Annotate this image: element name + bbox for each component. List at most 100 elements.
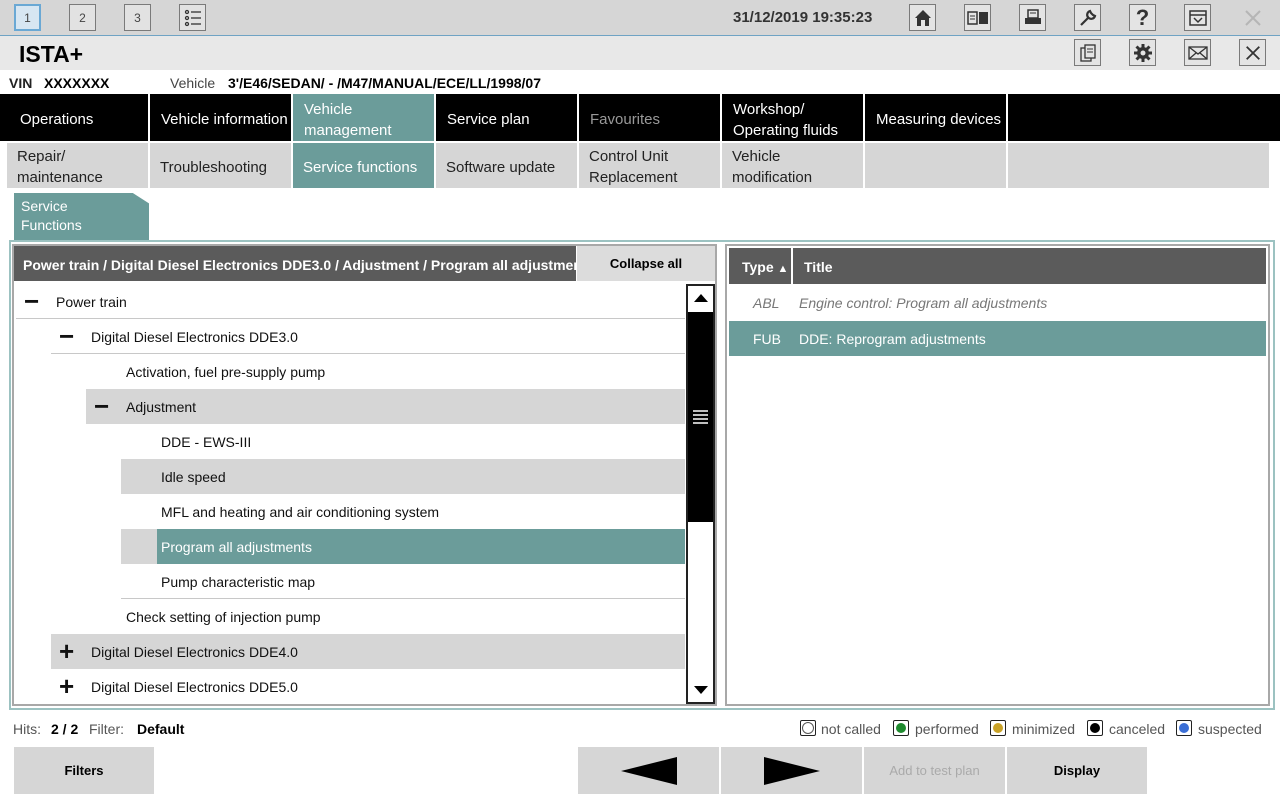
legend-label: canceled — [1109, 721, 1166, 737]
forward-button[interactable] — [721, 747, 862, 794]
tree-panel: Power train / Digital Diesel Electronics… — [12, 244, 717, 706]
column-title-header[interactable]: Title — [804, 259, 833, 275]
help-button[interactable]: ? — [1129, 4, 1156, 31]
collapse-icon[interactable]: − — [24, 288, 44, 314]
expand-icon[interactable]: + — [59, 638, 79, 664]
close-icon — [1244, 9, 1261, 26]
tree-scrollbar[interactable] — [686, 284, 715, 704]
mail-button[interactable] — [1184, 39, 1211, 66]
subtab-filler — [1008, 143, 1271, 188]
tree-node-label: Program all adjustments — [161, 539, 312, 555]
column-type-header[interactable]: Type ▲ — [742, 259, 788, 275]
tree-node-program-all[interactable]: Program all adjustments — [121, 529, 685, 564]
print-button[interactable] — [1019, 4, 1046, 31]
close-session-button[interactable] — [1239, 39, 1266, 66]
tab-operations[interactable]: Operations — [9, 94, 150, 141]
subtab-control-unit-replacement[interactable]: Control Unit Replacement — [579, 143, 722, 188]
table-row[interactable]: FUB DDE: Reprogram adjustments — [729, 321, 1266, 356]
service-functions-tab[interactable]: Service Functions — [14, 193, 149, 240]
collapse-icon[interactable]: − — [59, 323, 79, 349]
suspected-indicator — [1176, 720, 1192, 736]
subtab-service-functions[interactable]: Service functions — [293, 143, 436, 188]
legend-label: performed — [915, 721, 979, 737]
subtab-repair-maintenance[interactable]: Repair/ maintenance — [7, 143, 150, 188]
subtab-label: Vehicle modification — [732, 148, 813, 186]
tab-workshop-operating-fluids[interactable]: Workshop/ Operating fluids — [722, 94, 865, 141]
subtab-troubleshooting[interactable]: Troubleshooting — [150, 143, 293, 188]
tab-favourites[interactable]: Favourites — [579, 94, 722, 141]
service-functions-tab-label: Service Functions — [21, 198, 82, 233]
add-to-test-plan-button[interactable]: Add to test plan — [864, 747, 1005, 794]
collapse-all-button[interactable]: Collapse all — [577, 246, 715, 281]
subtab-software-update[interactable]: Software update — [436, 143, 579, 188]
tab-vehicle-information[interactable]: Vehicle information — [150, 94, 293, 141]
workspace-2-button[interactable]: 2 — [69, 4, 96, 31]
tab-label: Favourites — [590, 111, 661, 128]
scroll-thumb[interactable] — [688, 312, 713, 522]
function-tree: − Power train − Digital Diesel Electroni… — [16, 284, 685, 704]
wrench-button[interactable] — [1074, 4, 1101, 31]
print-icon — [1024, 8, 1041, 24]
tree-node-adjustment[interactable]: − Adjustment — [86, 389, 685, 424]
list-icon — [184, 9, 201, 26]
wrench-icon — [1079, 9, 1096, 26]
tree-node-label: Digital Diesel Electronics DDE4.0 — [91, 644, 298, 660]
workspace-3-button[interactable]: 3 — [124, 4, 151, 31]
scroll-up-button[interactable] — [689, 287, 712, 309]
minimize-icon — [1188, 9, 1207, 26]
tab-label: Operations — [20, 111, 94, 128]
list-button[interactable] — [179, 4, 206, 31]
scroll-down-button[interactable] — [689, 679, 712, 701]
tree-node-dde50[interactable]: + Digital Diesel Electronics DDE5.0 — [51, 669, 685, 704]
exit-button[interactable] — [1239, 4, 1266, 31]
tree-node-pump-map[interactable]: Pump characteristic map — [121, 564, 685, 599]
tab-vehicle-management[interactable]: Vehicle management — [293, 94, 436, 141]
display-button[interactable]: Display — [1007, 747, 1147, 794]
workspace-1-button[interactable]: 1 — [14, 4, 41, 31]
results-table-header: Type ▲ Title — [729, 248, 1266, 284]
app-title: ISTA+ — [19, 41, 84, 67]
subtab-vehicle-modification[interactable]: Vehicle modification — [722, 143, 865, 188]
collapse-icon[interactable]: − — [94, 393, 114, 419]
legend-label: suspected — [1198, 721, 1262, 737]
tree-node-dde-ews[interactable]: DDE - EWS-III — [121, 424, 685, 459]
compare-button[interactable] — [964, 4, 991, 31]
filter-value: Default — [137, 721, 185, 737]
hits-label: Hits: — [13, 721, 41, 737]
tab-measuring-devices[interactable]: Measuring devices — [865, 94, 1008, 141]
table-row[interactable]: ABL Engine control: Program all adjustme… — [729, 285, 1266, 320]
compare-icon — [966, 10, 988, 25]
tree-node-label: MFL and heating and air conditioning sys… — [161, 504, 440, 520]
tab-label: Service plan — [447, 111, 530, 128]
tree-node-label: Digital Diesel Electronics DDE3.0 — [91, 329, 298, 345]
tree-node-mfl[interactable]: MFL and heating and air conditioning sys… — [121, 494, 685, 529]
tree-node-label: Pump characteristic map — [161, 574, 316, 590]
minimize-button[interactable] — [1184, 4, 1211, 31]
subtab-label: Software update — [446, 158, 556, 176]
column-separator — [791, 248, 793, 284]
sub-navigation: Repair/ maintenance Troubleshooting Serv… — [0, 141, 1280, 188]
home-button[interactable] — [909, 4, 936, 31]
arrow-right-icon — [763, 756, 820, 785]
expand-icon[interactable]: + — [59, 673, 79, 699]
filter-label: Filter: — [89, 721, 124, 737]
tree-node-injection-pump[interactable]: Check setting of injection pump — [86, 599, 685, 634]
settings-button[interactable] — [1129, 39, 1156, 66]
tree-path-header: Power train / Digital Diesel Electronics… — [14, 246, 576, 281]
tab-service-plan[interactable]: Service plan — [436, 94, 579, 141]
filters-button[interactable]: Filters — [14, 747, 154, 794]
vin-value: XXXXXXX — [44, 75, 110, 91]
grip-icon — [693, 410, 708, 424]
subtab-label: Troubleshooting — [160, 158, 268, 176]
tree-node-dde30[interactable]: − Digital Diesel Electronics DDE3.0 — [51, 319, 685, 354]
tree-node-fuel-pump[interactable]: Activation, fuel pre-supply pump — [86, 354, 685, 389]
tree-node-power-train[interactable]: − Power train — [16, 284, 685, 319]
tree-node-idle-speed[interactable]: Idle speed — [121, 459, 685, 494]
back-button[interactable] — [578, 747, 719, 794]
vehicle-value: 3'/E46/SEDAN/ - /M47/MANUAL/ECE/LL/1998/… — [228, 75, 541, 91]
tree-node-dde40[interactable]: + Digital Diesel Electronics DDE4.0 — [51, 634, 685, 669]
documents-button[interactable] — [1074, 39, 1101, 66]
workspace-3-label: 3 — [134, 10, 141, 25]
workspace-2-label: 2 — [79, 10, 86, 25]
tab-label: Measuring devices — [876, 111, 1002, 128]
